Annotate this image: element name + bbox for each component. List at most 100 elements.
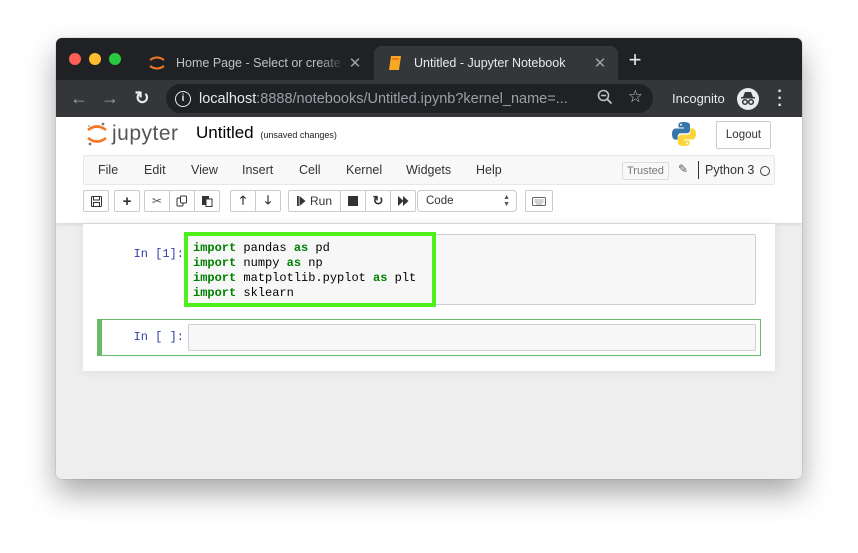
url-text[interactable]: localhost:8888/notebooks/Untitled.ipynb?… <box>199 91 568 107</box>
restart-icon: ↻ <box>372 193 384 208</box>
interrupt-kernel-button[interactable] <box>340 190 367 212</box>
menu-kernel[interactable]: Kernel <box>346 163 382 177</box>
notebook-title[interactable]: Untitled (unsaved changes) <box>196 123 337 143</box>
text-token: sklearn <box>236 286 294 300</box>
input-prompt: In [ ]: <box>133 330 184 344</box>
paste-button[interactable] <box>194 190 220 212</box>
url-host: localhost <box>199 90 257 107</box>
move-cell-down-button[interactable]: 🡓 <box>255 190 281 212</box>
text-token: pandas <box>236 241 294 255</box>
tab-home-page[interactable]: Home Page - Select or create a notebook … <box>136 46 373 80</box>
keyword-token: import <box>193 286 237 300</box>
notebook-toolbar: + ✂ 🡑 🡓 Run ↻ Code ▲ ▼ <box>83 190 775 212</box>
command-palette-button[interactable] <box>525 190 553 212</box>
browser-menu-icon[interactable]: · · · <box>775 84 785 114</box>
tab-untitled-notebook[interactable]: Untitled - Jupyter Notebook ✕ <box>374 46 618 80</box>
keyword-token: as <box>293 241 309 255</box>
menu-cell[interactable]: Cell <box>299 163 321 177</box>
close-tab-icon[interactable]: ✕ <box>345 54 365 72</box>
maximize-window-button[interactable] <box>109 53 121 65</box>
trusted-badge[interactable]: Trusted <box>622 162 669 180</box>
select-arrows-icon: ▲ ▼ <box>503 194 510 208</box>
jupyter-logo[interactable]: jupyter <box>86 121 179 147</box>
save-icon <box>90 195 102 207</box>
reload-button[interactable]: ↻ <box>129 86 155 112</box>
keyboard-icon <box>532 196 546 206</box>
plus-icon: + <box>122 192 132 210</box>
browser-toolbar: ← → ↻ i localhost:8888/notebooks/Untitle… <box>56 80 802 117</box>
stop-icon <box>348 196 359 206</box>
notebook-header: jupyter Untitled (unsaved changes) Logou… <box>56 117 802 223</box>
copy-button[interactable] <box>169 190 195 212</box>
close-tab-icon[interactable]: ✕ <box>590 54 610 72</box>
close-window-button[interactable] <box>69 53 81 65</box>
jupyter-page: jupyter Untitled (unsaved changes) Logou… <box>56 117 802 479</box>
kernel-name: Python 3 <box>705 163 755 177</box>
paste-icon <box>202 196 213 207</box>
jupyter-logo-icon <box>87 122 107 146</box>
text-token: pd <box>308 241 330 255</box>
text-token: np <box>301 256 323 270</box>
arrow-up-icon: 🡑 <box>239 192 247 207</box>
menu-file[interactable]: File <box>98 163 118 177</box>
menu-view[interactable]: View <box>191 163 218 177</box>
code-line: import sklearn <box>193 286 416 301</box>
save-group <box>83 190 109 212</box>
step-forward-icon <box>297 196 306 206</box>
command-palette-group <box>525 190 553 212</box>
restart-kernel-button[interactable]: ↻ <box>365 190 392 212</box>
text-token: plt <box>387 271 417 285</box>
kernel-divider <box>698 161 699 179</box>
run-button[interactable]: Run <box>288 190 342 212</box>
cell-type-value: Code <box>426 195 454 207</box>
logout-button[interactable]: Logout <box>716 121 771 149</box>
save-button[interactable] <box>83 190 109 212</box>
forward-button[interactable]: → <box>97 86 123 112</box>
keyword-token: import <box>193 241 237 255</box>
jupyter-wordmark: jupyter <box>112 122 179 145</box>
jupyter-logo-icon <box>146 54 168 72</box>
menu-insert[interactable]: Insert <box>242 163 273 177</box>
notebook-icon <box>384 54 406 72</box>
menu-edit[interactable]: Edit <box>144 163 166 177</box>
minimize-window-button[interactable] <box>89 53 101 65</box>
move-cell-up-button[interactable]: 🡑 <box>230 190 256 212</box>
address-bar[interactable]: i localhost:8888/notebooks/Untitled.ipyn… <box>166 84 653 113</box>
clipboard-group: ✂ <box>144 190 220 212</box>
bookmark-star-icon[interactable]: ☆ <box>628 87 643 107</box>
cut-button[interactable]: ✂ <box>144 190 170 212</box>
keyword-token: as <box>286 256 302 270</box>
zoom-out-icon[interactable] <box>597 89 613 109</box>
menu-help[interactable]: Help <box>476 163 502 177</box>
python-logo-icon <box>671 121 697 152</box>
move-group: 🡑 🡓 <box>230 190 281 212</box>
run-label: Run <box>310 194 333 208</box>
insert-group: + <box>114 190 140 212</box>
code-cell-selected[interactable]: In [ ]: <box>97 319 761 356</box>
tab-title: Home Page - Select or create a notebook <box>176 56 345 70</box>
notebook-container: In [1]: import pandas as pd import numpy … <box>83 224 775 371</box>
code-text[interactable]: import pandas as pd import numpy as np imp… <box>193 241 416 301</box>
code-line: import matplotlib.pyplot as plt <box>193 271 416 286</box>
code-cell[interactable]: In [1]: import pandas as pd import numpy … <box>97 232 761 308</box>
notebook-name[interactable]: Untitled <box>196 123 254 142</box>
browser-window: Home Page - Select or create a notebook … <box>56 38 802 479</box>
text-token: numpy <box>236 256 287 270</box>
code-line: import numpy as np <box>193 256 416 271</box>
url-path: :8888/notebooks/Untitled.ipynb?kernel_na… <box>256 90 568 107</box>
keyword-token: import <box>193 271 237 285</box>
menubar: File Edit View Insert Cell Kernel Widget… <box>83 155 775 185</box>
cell-type-select[interactable]: Code ▲ ▼ <box>417 190 517 212</box>
input-prompt: In [1]: <box>133 247 184 261</box>
insert-cell-below-button[interactable]: + <box>114 190 140 212</box>
edit-mode-pencil-icon: ✎ <box>678 162 689 176</box>
menu-widgets[interactable]: Widgets <box>406 163 451 177</box>
run-group: Run ↻ <box>288 190 417 212</box>
new-tab-button[interactable]: + <box>624 49 646 72</box>
tab-strip: Home Page - Select or create a notebook … <box>56 38 802 80</box>
code-input[interactable] <box>188 324 756 351</box>
info-icon[interactable]: i <box>175 90 191 107</box>
incognito-icon[interactable] <box>737 88 759 110</box>
back-button[interactable]: ← <box>66 86 92 112</box>
restart-run-all-button[interactable] <box>390 190 417 212</box>
